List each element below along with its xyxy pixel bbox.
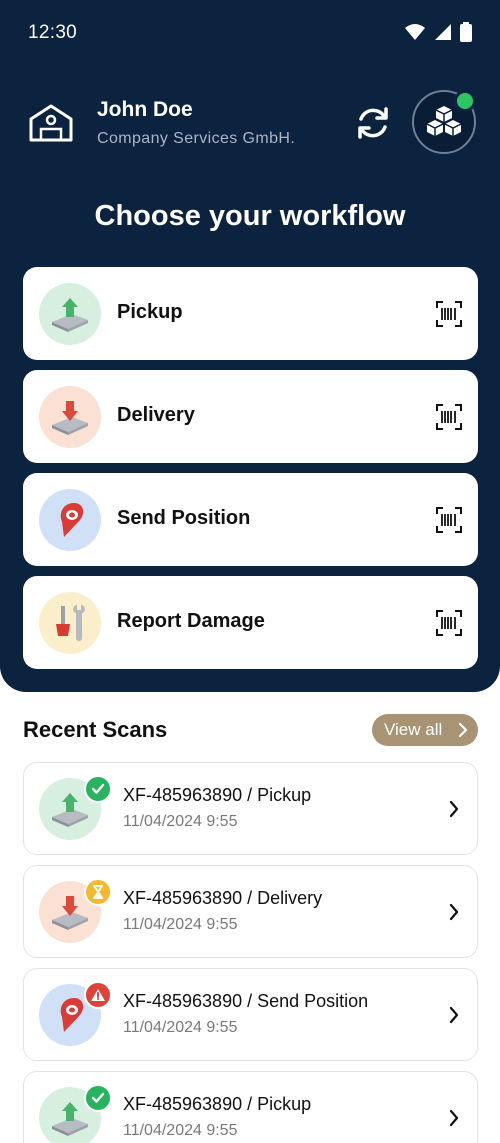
warehouse-icon <box>29 104 73 142</box>
barcode-scan-icon[interactable] <box>436 301 462 327</box>
scan-title: XF-485963890 / Pickup <box>123 785 312 805</box>
cubes-icon <box>426 106 462 136</box>
sync-button[interactable] <box>350 100 396 146</box>
workflow-label: Send Position <box>117 507 251 529</box>
chevron-right-icon <box>449 800 459 818</box>
scan-date: 11/04/2024 9:55 <box>123 1122 238 1139</box>
workflow-label: Pickup <box>117 301 183 323</box>
wifi-icon <box>405 24 425 40</box>
workflow-send-position[interactable]: Send Position <box>23 473 478 566</box>
checkmark-icon <box>91 1092 105 1103</box>
chevron-right-icon <box>458 722 468 738</box>
scan-date: 11/04/2024 9:55 <box>123 916 238 933</box>
status-time: 12:30 <box>28 22 78 43</box>
status-bar: 12:30 <box>0 0 500 66</box>
online-status-dot <box>454 90 476 112</box>
battery-icon <box>460 22 472 42</box>
scan-list-item[interactable]: XF-485963890 / Pickup 11/04/2024 9:55 <box>23 1071 478 1143</box>
chevron-right-icon <box>449 903 459 921</box>
status-error-badge <box>84 981 112 1009</box>
workflow-report-damage[interactable]: Report Damage <box>23 576 478 669</box>
scan-date: 11/04/2024 9:55 <box>123 1019 238 1036</box>
workflow-delivery[interactable]: Delivery <box>23 370 478 463</box>
user-name: John Doe <box>97 98 193 121</box>
scan-date: 11/04/2024 9:55 <box>123 813 238 830</box>
workflow-heading: Choose your workflow <box>94 200 406 232</box>
workflow-pickup[interactable]: Pickup <box>23 267 478 360</box>
status-icons <box>404 22 472 42</box>
chevron-right-icon <box>449 1006 459 1024</box>
sync-icon <box>358 107 388 139</box>
company-name: Company Services GmbH. <box>97 130 296 147</box>
pickup-icon <box>39 283 101 345</box>
scan-title: XF-485963890 / Send Position <box>123 991 369 1011</box>
workflow-label: Report Damage <box>117 610 265 632</box>
delivery-icon <box>39 386 101 448</box>
view-all-button[interactable]: View all <box>372 714 478 746</box>
checkmark-icon <box>91 783 105 794</box>
scan-list-item[interactable]: XF-485963890 / Pickup 11/04/2024 9:55 <box>23 762 478 855</box>
scan-title: XF-485963890 / Delivery <box>123 888 323 908</box>
status-done-badge <box>84 775 112 803</box>
view-all-label: View all <box>384 720 443 739</box>
status-done-badge <box>84 1084 112 1112</box>
scan-title: XF-485963890 / Pickup <box>123 1094 312 1114</box>
scan-list-item[interactable]: XF-485963890 / Send Position 11/04/2024 … <box>23 968 478 1061</box>
barcode-scan-icon[interactable] <box>436 507 462 533</box>
scan-list-item[interactable]: XF-485963890 / Delivery 11/04/2024 9:55 <box>23 865 478 958</box>
tools-icon <box>39 592 101 654</box>
barcode-scan-icon[interactable] <box>436 610 462 636</box>
recent-scans-title: Recent Scans <box>23 717 168 742</box>
status-pending-badge <box>84 878 112 906</box>
app-menu-button[interactable] <box>412 90 476 154</box>
chevron-right-icon <box>449 1109 459 1127</box>
location-pin-icon <box>39 489 101 551</box>
hourglass-icon <box>93 885 103 899</box>
barcode-scan-icon[interactable] <box>436 404 462 430</box>
warning-icon <box>91 989 105 1001</box>
signal-icon <box>435 24 451 40</box>
workflow-label: Delivery <box>117 404 195 426</box>
